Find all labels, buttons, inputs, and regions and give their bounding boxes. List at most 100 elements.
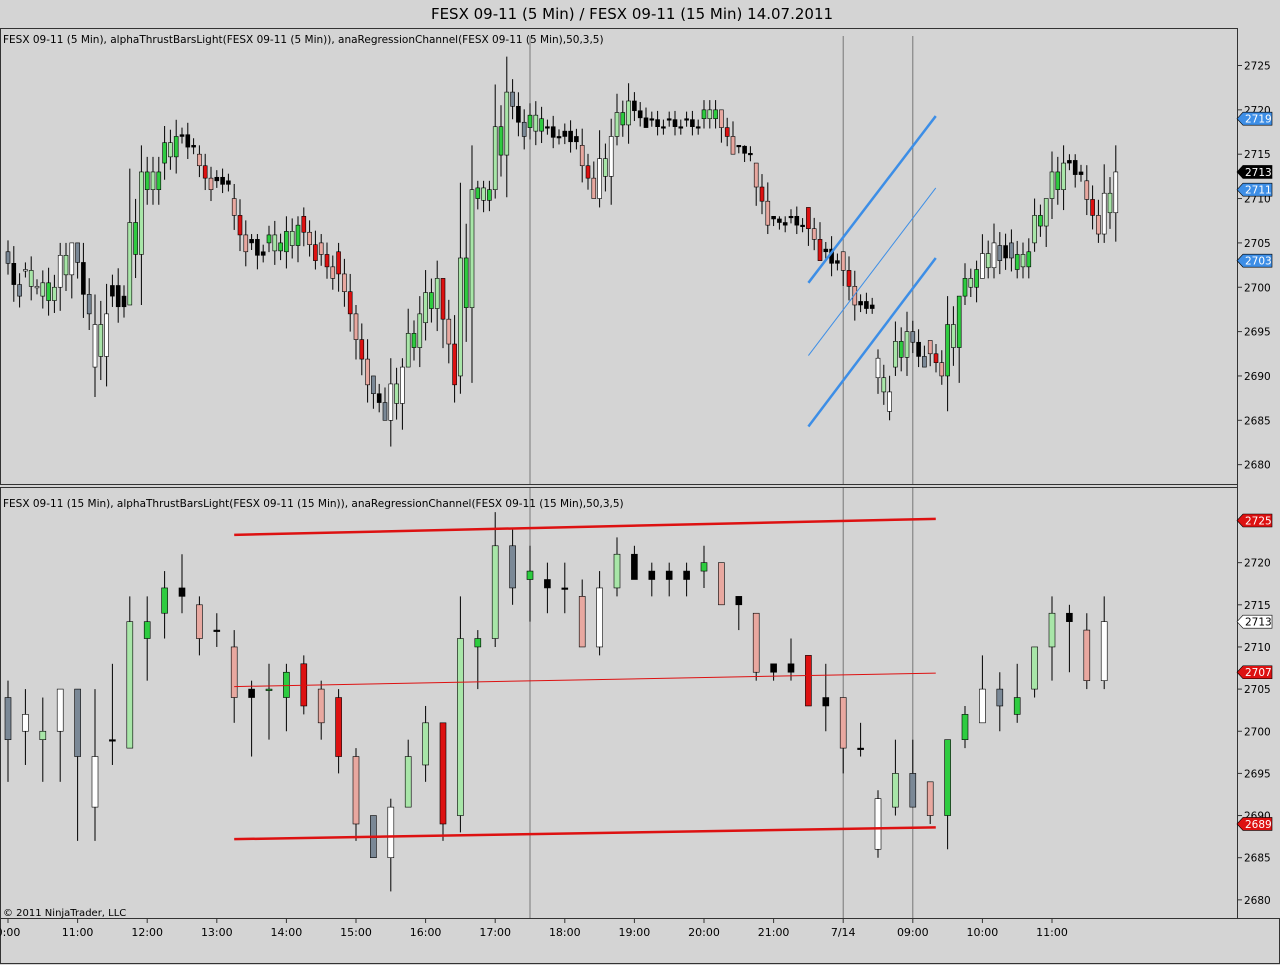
top-candle-body bbox=[208, 177, 214, 190]
bottom-price-tick-label: 2720 bbox=[1244, 558, 1271, 570]
top-price-tick-label: 2725 bbox=[1244, 61, 1271, 73]
top-channel-upper bbox=[807, 115, 937, 284]
top-candle-body bbox=[463, 257, 469, 308]
bottom-candle-body bbox=[439, 722, 447, 825]
top-candle-body bbox=[585, 165, 591, 179]
copyright-notice: © 2011 NinjaTrader, LLC bbox=[3, 908, 126, 919]
top-candle-body bbox=[840, 251, 846, 271]
top-candle-body bbox=[11, 263, 17, 285]
bottom-candle-body bbox=[387, 806, 395, 858]
top-candle-body bbox=[1043, 198, 1049, 227]
top-price-flag-label: 2703 bbox=[1245, 256, 1272, 268]
bottom-candle-body bbox=[404, 756, 412, 808]
top-candle-body bbox=[23, 269, 28, 272]
top-candle-body bbox=[46, 282, 51, 301]
top-candle-body bbox=[632, 100, 637, 112]
bottom-candle-body bbox=[683, 570, 690, 580]
top-candle-body bbox=[423, 292, 428, 324]
top-candle-body bbox=[568, 130, 573, 143]
top-candle-body bbox=[887, 391, 892, 412]
time-tick-label: 11:00 bbox=[62, 926, 94, 939]
top-candle-body bbox=[133, 222, 138, 255]
top-candle-body bbox=[875, 357, 881, 379]
bottom-candle-body bbox=[648, 570, 656, 580]
top-candle-body bbox=[997, 245, 1003, 261]
top-candle-body bbox=[545, 126, 550, 129]
top-candle-body bbox=[661, 126, 666, 129]
top-candle-body bbox=[458, 257, 463, 377]
top-candle-body bbox=[243, 234, 249, 253]
top-candle-body bbox=[980, 253, 985, 279]
top-candle-body bbox=[719, 109, 724, 128]
top-candle-body bbox=[782, 222, 788, 226]
top-candle-body bbox=[1026, 251, 1032, 268]
top-candle-body bbox=[260, 251, 266, 256]
top-candle-body bbox=[1020, 254, 1026, 268]
bottom-candle-body bbox=[892, 773, 899, 808]
bottom-candle-body bbox=[491, 545, 499, 639]
top-candle-body bbox=[904, 331, 910, 358]
bottom-candle-body bbox=[457, 638, 464, 816]
top-candle-body bbox=[197, 153, 202, 167]
top-candle-body bbox=[945, 324, 950, 377]
time-tick-label: 15:00 bbox=[340, 926, 372, 939]
bottom-price-flag-label: 2689 bbox=[1245, 819, 1272, 831]
top-candle-body bbox=[962, 278, 968, 297]
bottom-candle-body bbox=[735, 596, 743, 606]
top-price-flag-label: 2713 bbox=[1245, 167, 1272, 179]
top-candle-body bbox=[98, 324, 104, 357]
top-candle-body bbox=[266, 234, 272, 244]
bottom-candle-body bbox=[544, 579, 551, 589]
top-candle-body bbox=[1049, 171, 1055, 199]
top-candle-body bbox=[324, 254, 330, 268]
top-candle-body bbox=[626, 100, 631, 126]
bottom-candle-body bbox=[213, 629, 221, 632]
top-candle-body bbox=[191, 145, 196, 148]
bottom-candle-body bbox=[926, 781, 934, 816]
top-candle-body bbox=[179, 134, 185, 137]
bottom-candle-body bbox=[230, 646, 238, 698]
top-candle-body bbox=[498, 126, 504, 156]
bottom-price-flag-label: 2713 bbox=[1245, 617, 1272, 629]
bottom-candle-body bbox=[561, 587, 569, 590]
top-candle-body bbox=[672, 119, 678, 128]
top-price-tick-label: 2705 bbox=[1244, 238, 1271, 250]
top-candle-body bbox=[771, 215, 776, 220]
top-candle-body bbox=[684, 118, 689, 121]
top-candle-body bbox=[382, 402, 388, 421]
top-candle-body bbox=[469, 189, 475, 308]
top-candle-body bbox=[284, 231, 289, 253]
bottom-candle-body bbox=[578, 596, 586, 648]
top-candle-body bbox=[666, 118, 672, 121]
top-candle-body bbox=[730, 136, 736, 155]
top-candle-body bbox=[272, 234, 278, 252]
bottom-panel-frame bbox=[0, 487, 1238, 919]
bottom-candle-body bbox=[161, 587, 168, 614]
top-candle-body bbox=[1084, 180, 1090, 200]
bottom-candle-body bbox=[283, 671, 290, 698]
top-candle-body bbox=[614, 112, 620, 137]
top-candle-body bbox=[695, 126, 701, 129]
top-price-tick-label: 2700 bbox=[1244, 282, 1271, 294]
top-candle-body bbox=[1067, 160, 1072, 164]
top-candle-body bbox=[597, 158, 602, 199]
top-candle-body bbox=[162, 142, 167, 164]
top-candle-body bbox=[63, 255, 69, 276]
top-candle-body bbox=[307, 231, 312, 245]
bottom-price-flag-label: 2707 bbox=[1245, 667, 1272, 679]
top-candle-body bbox=[777, 218, 782, 223]
top-candle-body bbox=[231, 198, 237, 216]
bottom-price-axis: 2680268526902695270027052710271527202725 bbox=[1237, 516, 1271, 907]
top-candle-body bbox=[864, 301, 869, 309]
top-candle-body bbox=[533, 114, 539, 132]
bottom-candle-body bbox=[700, 562, 708, 572]
bottom-candle-body bbox=[56, 688, 64, 732]
top-candle-body bbox=[313, 244, 318, 261]
top-regression-channel bbox=[807, 115, 937, 428]
bottom-channel-lower bbox=[234, 826, 936, 841]
bottom-candle-body bbox=[39, 730, 47, 740]
top-candle-body bbox=[121, 295, 127, 308]
time-tick-label: 11:00 bbox=[1036, 926, 1068, 939]
bottom-channel-upper bbox=[234, 517, 936, 537]
top-price-flag-label: 2719 bbox=[1245, 114, 1272, 126]
